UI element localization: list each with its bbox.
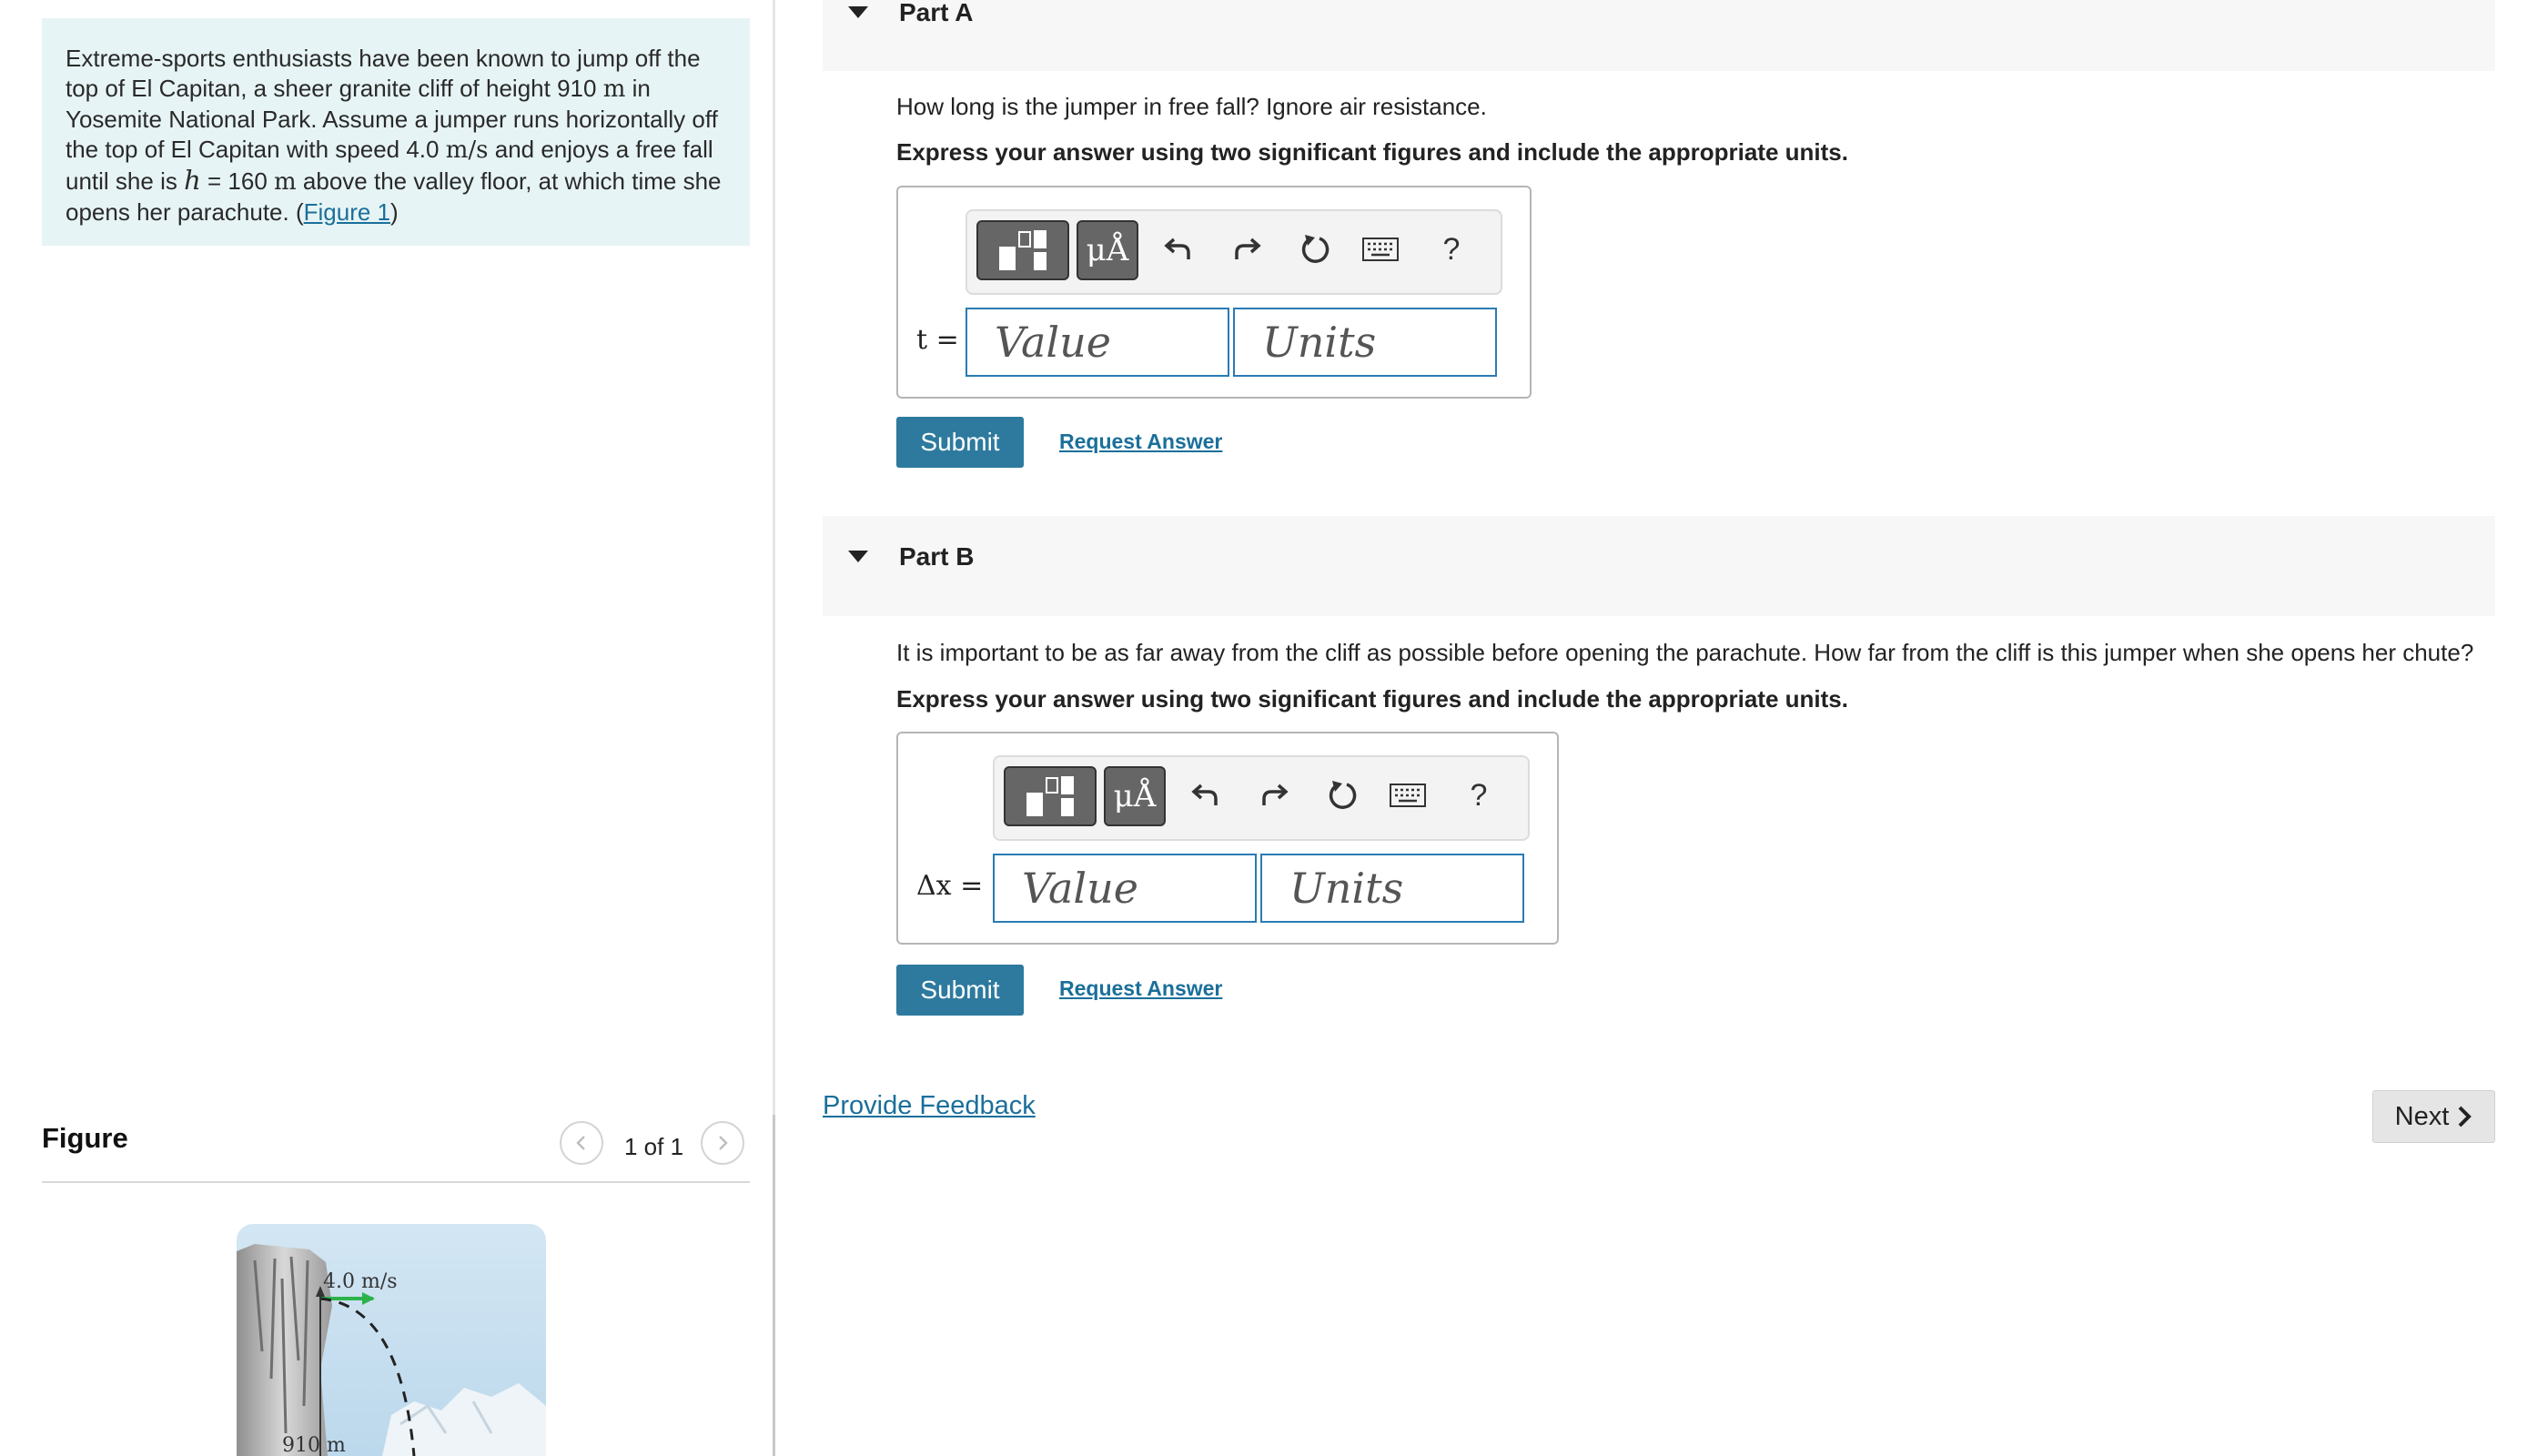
reset-icon [1329,781,1357,809]
left-panel: Extreme-sports enthusiasts have been kno… [0,0,775,1456]
provide-feedback-link[interactable]: Provide Feedback [823,1091,1036,1121]
problem-statement: Extreme-sports enthusiasts have been kno… [42,18,750,246]
redo-button[interactable] [1254,775,1294,815]
undo-icon [1191,784,1218,805]
undo-button[interactable] [1186,775,1226,815]
part-b-header[interactable]: Part B [823,516,2495,616]
part-b-answer-box: μÅ ? Δx = [896,732,1559,945]
keyboard-button[interactable] [1360,229,1400,269]
redo-icon [1262,784,1289,805]
part-b-units-input[interactable] [1260,854,1524,923]
reset-icon [1301,235,1330,263]
height-label: 910 m [282,1434,346,1456]
part-b-toolbar: μÅ ? [993,755,1530,841]
chevron-left-icon [576,1136,585,1150]
units-button[interactable]: μÅ [1104,766,1166,826]
speed-label: 4.0 m/s [323,1270,398,1293]
unit-speed: m/s [445,136,489,164]
prev-figure-button[interactable] [560,1121,603,1165]
undo-button[interactable] [1158,229,1198,269]
figure-link[interactable]: Figure 1 [304,198,390,226]
units-mu-icon: μÅ [1113,778,1157,814]
redo-button[interactable] [1227,229,1267,269]
templates-button[interactable] [1004,766,1097,826]
reset-button[interactable] [1295,229,1335,269]
next-label: Next [2394,1101,2450,1131]
part-b-submit-button[interactable]: Submit [896,965,1024,1016]
chevron-right-icon [2458,1106,2472,1127]
units-mu-icon: μÅ [1086,232,1129,268]
templates-icon [1026,776,1074,816]
figure-title: Figure [42,1122,128,1154]
part-a-submit-button[interactable]: Submit [896,417,1024,468]
figure-divider [42,1181,750,1183]
figure-image: 4.0 m/s 910 m [218,1224,564,1456]
next-figure-button[interactable] [701,1121,744,1165]
help-button[interactable]: ? [1431,229,1471,269]
unit-meters: m [602,76,626,103]
part-a-question: How long is the jumper in free fall? Ign… [896,93,1487,120]
panel-divider-scroll[interactable] [773,1115,775,1456]
part-a-value-input[interactable] [966,308,1229,377]
units-button[interactable]: μÅ [1077,220,1138,280]
part-b-title: Part B [899,542,975,571]
unit-meters: m [274,168,297,196]
part-b-value-input[interactable] [993,854,1257,923]
reset-button[interactable] [1322,775,1362,815]
part-a-units-input[interactable] [1233,308,1497,377]
part-b-instruction: Express your answer using two significan… [896,685,1848,713]
next-button[interactable]: Next [2372,1090,2495,1143]
part-a-variable: t = [916,324,959,356]
part-a-instruction: Express your answer using two significan… [896,138,1848,166]
caret-down-icon [848,6,868,18]
part-a-request-answer-link[interactable]: Request Answer [1059,430,1222,454]
part-b-variable: Δx = [916,870,984,902]
help-button[interactable]: ? [1459,775,1499,815]
problem-text: ) [390,198,399,226]
problem-text: = 160 [207,167,268,195]
part-a-header[interactable]: Part A [823,0,2495,71]
keyboard-icon [1362,238,1399,261]
part-b-request-answer-link[interactable]: Request Answer [1059,976,1222,1001]
keyboard-button[interactable] [1388,775,1428,815]
undo-icon [1164,238,1190,259]
chevron-right-icon [719,1136,728,1150]
part-a-title: Part A [899,0,974,26]
var-h: h [184,165,201,196]
caret-down-icon [848,551,868,562]
templates-button[interactable] [976,220,1069,280]
part-a-answer-box: μÅ ? t = [896,186,1532,399]
templates-icon [999,230,1046,270]
help-icon: ? [1442,231,1461,267]
part-b-question: It is important to be as far away from t… [896,639,2474,666]
redo-icon [1235,238,1261,259]
help-icon: ? [1470,777,1488,813]
part-a-toolbar: μÅ ? [966,209,1502,295]
keyboard-icon [1390,784,1426,807]
figure-pager: 1 of 1 [624,1133,684,1160]
